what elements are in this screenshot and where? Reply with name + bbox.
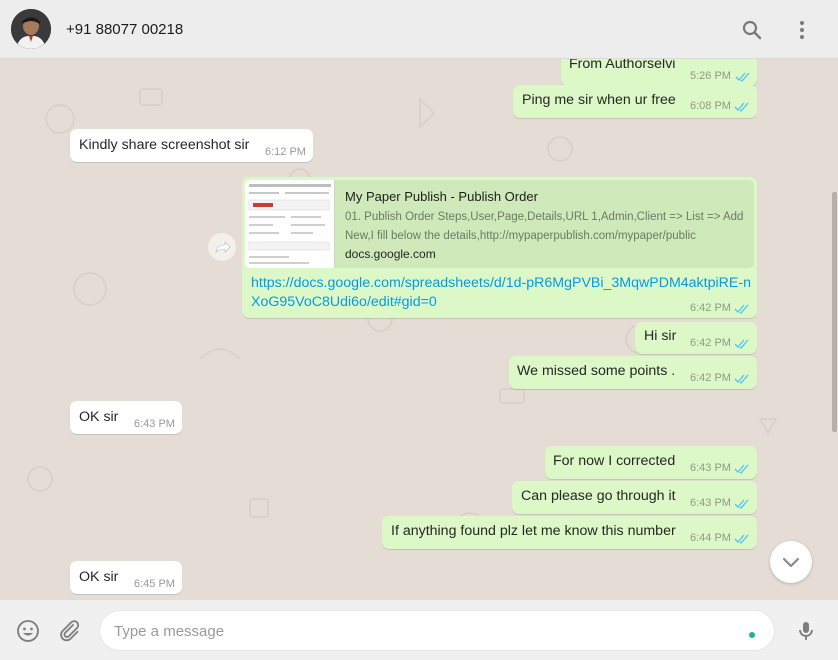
read-receipt-icon [734,339,749,349]
composer-bar [0,600,838,660]
status-dot [749,632,755,638]
read-receipt-icon [735,72,750,82]
read-receipt-icon [734,374,749,384]
read-receipt-icon [734,102,749,112]
message-text: For now I corrected [553,453,676,469]
link-preview-description: 01. Publish Order Steps,User,Page,Detail… [345,211,744,242]
message-input-container[interactable] [99,610,775,651]
message-bubble-incoming[interactable]: OK sir 6:45 PM [70,561,182,594]
message-text: From Authorselvi [569,59,676,72]
link-preview-thumbnail [245,180,335,268]
read-receipt-icon [734,499,749,509]
message-bubble-outgoing[interactable]: Ping me sir when ur free 6:08 PM [513,85,757,118]
forward-icon[interactable] [208,233,236,261]
message-text: We missed some points . [517,363,676,379]
chevron-down-icon [782,557,800,568]
message-time: 6:12 PM [265,146,306,158]
message-input[interactable] [114,620,734,642]
message-link[interactable]: https://docs.google.com/spreadsheets/d/1… [251,274,751,312]
message-list[interactable]: From Authorselvi 5:26 PM Ping me sir whe… [0,59,838,600]
message-text: Ping me sir when ur free [522,92,676,108]
message-time: 5:26 PM [690,70,731,82]
link-preview-domain: docs.google.com [345,247,436,261]
chat-scrollbar[interactable] [832,192,837,432]
message-text: OK sir [79,569,119,585]
message-text: OK sir [79,409,119,425]
message-text: If anything found plz let me know this n… [391,523,676,539]
message-bubble-outgoing[interactable]: Can please go through it 6:43 PM [512,481,757,514]
emoji-icon[interactable] [16,619,40,643]
scroll-to-bottom-button[interactable] [770,541,812,583]
message-time: 6:43 PM [134,418,175,430]
link-preview-title: My Paper Publish - Publish Order [345,189,538,204]
message-time: 6:43 PM [690,497,731,509]
message-bubble-link[interactable]: My Paper Publish - Publish Order 01. Pub… [242,177,757,318]
message-time: 6:42 PM [690,337,731,349]
message-text: Can please go through it [521,488,676,504]
message-time: 6:44 PM [690,532,731,544]
search-icon[interactable] [740,18,764,42]
contact-avatar[interactable] [11,9,51,49]
contact-name[interactable]: +91 88077 00218 [66,21,183,38]
read-receipt-icon [734,464,749,474]
message-time: 6:43 PM [690,462,731,474]
message-bubble-outgoing[interactable]: From Authorselvi 5:26 PM [561,59,757,86]
message-time: 6:45 PM [134,578,175,590]
message-time: 6:42 PM [690,302,731,314]
read-receipt-icon [734,304,749,314]
message-bubble-outgoing[interactable]: For now I corrected 6:43 PM [545,446,757,479]
message-time: 6:08 PM [690,100,731,112]
message-bubble-incoming[interactable]: OK sir 6:43 PM [70,401,182,434]
read-receipt-icon [734,534,749,544]
more-vertical-icon[interactable] [790,18,814,42]
message-bubble-outgoing[interactable]: We missed some points . 6:42 PM [509,356,757,389]
message-text: Hi sir [644,328,677,344]
message-bubble-incoming[interactable]: Kindly share screenshot sir 6:12 PM [70,129,313,162]
message-time: 6:42 PM [690,372,731,384]
microphone-icon[interactable] [794,619,818,643]
message-bubble-outgoing[interactable]: Hi sir 6:42 PM [635,322,757,354]
paperclip-icon[interactable] [57,619,81,643]
message-text: Kindly share screenshot sir [79,137,250,153]
link-preview-card[interactable]: My Paper Publish - Publish Order 01. Pub… [245,180,754,268]
chat-header: +91 88077 00218 [0,0,838,59]
message-bubble-outgoing[interactable]: If anything found plz let me know this n… [382,516,757,549]
